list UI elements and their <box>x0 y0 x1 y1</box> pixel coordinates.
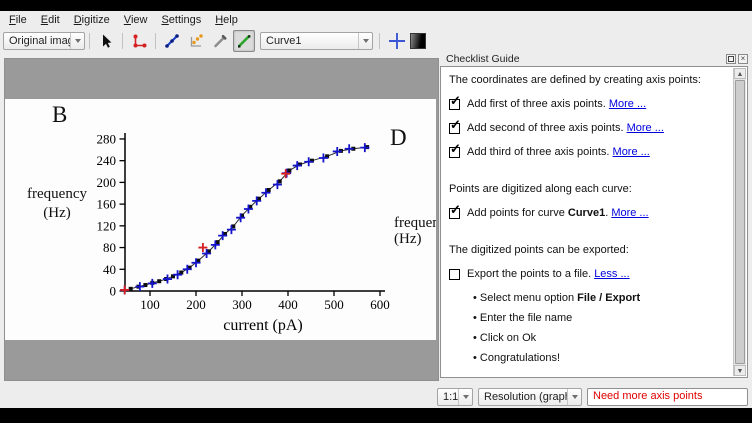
toolbar-separator <box>89 33 90 49</box>
menu-digitize[interactable]: Digitize <box>69 12 119 28</box>
checklist-step: Export the points to a file. Less ... <box>449 268 728 281</box>
resolution-combo[interactable]: Resolution (graph): <box>478 388 582 406</box>
point-match-icon <box>188 33 204 49</box>
svg-text:80: 80 <box>103 240 116 255</box>
graph-scene-view[interactable]: 0 40 80 120 160 200 240 280 100 200 300 400 500 600 cu… <box>4 58 439 381</box>
engauge-digitizer-window: FileEditDigitizeViewSettingsHelp Origina… <box>0 11 752 408</box>
zoom-value: 1:1 <box>438 391 458 403</box>
checked-checkbox-icon[interactable] <box>449 123 460 134</box>
checklist-text: The digitized points can be exported: <box>449 244 728 257</box>
svg-text:200: 200 <box>97 175 117 190</box>
checklist-step: Add second of three axis points. More ..… <box>449 122 728 135</box>
checklist-step: Add first of three axis points. More ... <box>449 98 728 111</box>
toolbar-separator <box>379 33 380 49</box>
curve-selector-combo[interactable]: Curve1 <box>260 32 373 50</box>
toolbar-separator <box>122 33 123 49</box>
menu-view[interactable]: View <box>119 12 157 28</box>
checked-checkbox-icon[interactable] <box>449 99 460 110</box>
svg-text:240: 240 <box>97 153 117 168</box>
point-match-tool-button[interactable] <box>185 30 207 52</box>
checklist-bullet: Click on Ok <box>473 332 728 345</box>
checklist-text: The coordinates are defined by creating … <box>449 74 728 87</box>
svg-text:40: 40 <box>103 262 116 277</box>
statusbar: 1:1 Resolution (graph): Need more axis p… <box>437 387 748 406</box>
select-tool-button[interactable] <box>95 30 117 52</box>
color-picker-tool-button[interactable] <box>209 30 231 52</box>
panel-letter-b: B <box>52 102 67 128</box>
scroll-down-icon[interactable]: ▼ <box>734 365 746 376</box>
checklist-link[interactable]: More ... <box>627 122 664 134</box>
svg-text:100: 100 <box>140 297 160 312</box>
checked-checkbox-icon[interactable] <box>449 208 460 219</box>
checklist-bullet: Congratulations! <box>473 352 728 365</box>
dock-float-icon[interactable] <box>726 54 736 64</box>
checklist-step: Add third of three axis points. More ... <box>449 146 728 159</box>
dock-title: Checklist Guide <box>446 53 520 65</box>
axis-point-tool-button[interactable] <box>128 30 150 52</box>
chevron-down-icon <box>70 33 84 49</box>
crosshair-icon <box>387 31 407 51</box>
svg-text:200: 200 <box>186 297 206 312</box>
scroll-up-icon[interactable]: ▲ <box>734 68 746 79</box>
svg-text:0: 0 <box>110 284 117 299</box>
pencil-icon <box>212 33 228 49</box>
digitized-curve-points <box>120 143 369 294</box>
menu-file[interactable]: File <box>4 12 36 28</box>
segment-fill-icon <box>236 33 252 49</box>
cursor-arrow-icon <box>98 33 114 49</box>
svg-text:280: 280 <box>97 131 117 146</box>
checklist-guide-dock: Checklist Guide × The coordinates are de… <box>440 52 748 378</box>
y-axis-label: frequency(Hz) <box>17 185 97 223</box>
vertical-scrollbar[interactable]: ▲ ▼ <box>733 68 746 376</box>
y-axis-label-right-clipped: frequency(Hz) <box>394 215 436 247</box>
svg-text:600: 600 <box>370 297 390 312</box>
menubar: FileEditDigitizeViewSettingsHelp <box>0 11 752 29</box>
background-selector-combo[interactable]: Original image <box>3 32 85 50</box>
panel-letter-d: D <box>390 125 407 151</box>
x-axis-label: current (pA) <box>223 317 303 334</box>
checklist-link[interactable]: More ... <box>609 98 646 110</box>
checklist-bullet: Enter the file name <box>473 312 728 325</box>
zoom-combo[interactable]: 1:1 <box>437 388 473 406</box>
graph-image[interactable]: 0 40 80 120 160 200 240 280 100 200 300 400 500 600 cu… <box>5 99 436 340</box>
dock-titlebar: Checklist Guide × <box>440 52 748 65</box>
svg-text:160: 160 <box>97 197 117 212</box>
chevron-down-icon <box>358 33 372 49</box>
toolbar: Original image <box>0 29 752 53</box>
curve-selector-value: Curve1 <box>261 35 358 47</box>
curve-point-icon <box>164 33 180 49</box>
axis-points <box>120 169 290 294</box>
menu-settings[interactable]: Settings <box>156 12 210 28</box>
curve-point-tool-button[interactable] <box>161 30 183 52</box>
resolution-value: Resolution (graph): <box>479 391 567 403</box>
toolbar-separator <box>155 33 156 49</box>
checklist-body: The coordinates are defined by creating … <box>441 67 734 377</box>
dock-close-icon[interactable]: × <box>738 54 748 64</box>
svg-text:400: 400 <box>278 297 298 312</box>
chevron-down-icon <box>458 389 472 405</box>
segment-fill-tool-button[interactable] <box>233 30 255 52</box>
chevron-down-icon <box>567 389 581 405</box>
checklist-text: Points are digitized along each curve: <box>449 183 728 196</box>
background-selector-value: Original image <box>4 35 70 47</box>
svg-text:120: 120 <box>97 218 117 233</box>
checklist-step: Add points for curve Curve1. More ... <box>449 207 728 220</box>
status-message-field[interactable]: Need more axis points <box>587 388 748 406</box>
menu-help[interactable]: Help <box>210 12 247 28</box>
svg-text:300: 300 <box>232 297 252 312</box>
unchecked-checkbox-icon[interactable] <box>449 269 460 280</box>
gradient-swatch-icon <box>410 33 426 49</box>
svg-text:500: 500 <box>324 297 344 312</box>
checklist-link[interactable]: More ... <box>613 146 650 158</box>
checklist-link[interactable]: More ... <box>611 207 648 219</box>
checklist-link[interactable]: Less ... <box>594 268 629 280</box>
checklist-content: The coordinates are defined by creating … <box>440 66 748 378</box>
menu-edit[interactable]: Edit <box>36 12 69 28</box>
checked-checkbox-icon[interactable] <box>449 147 460 158</box>
original-image-points <box>129 145 369 291</box>
axis-point-icon <box>131 33 147 49</box>
checklist-bullet: Select menu option File / Export <box>473 292 728 305</box>
scrollbar-thumb[interactable] <box>735 80 745 364</box>
